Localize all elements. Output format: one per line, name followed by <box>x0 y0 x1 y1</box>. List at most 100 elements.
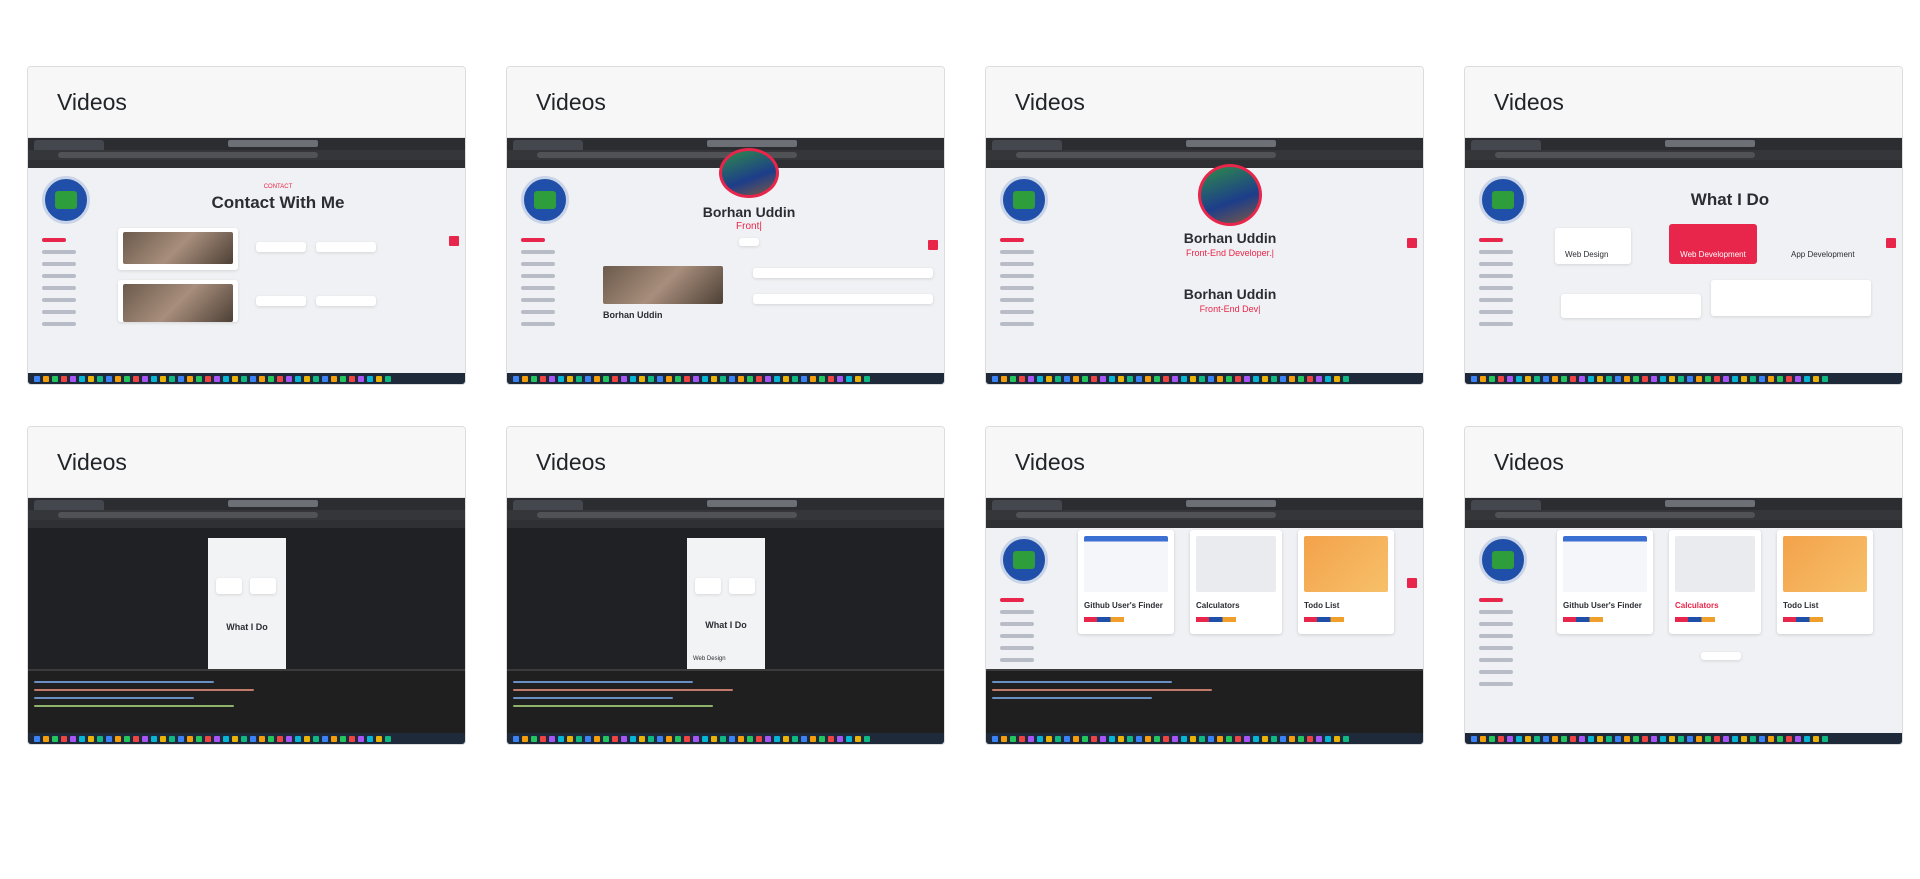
taskbar-app-icon <box>1208 736 1214 742</box>
taskbar-app-icon <box>1786 736 1792 742</box>
taskbar-app-icon <box>1543 736 1549 742</box>
devtools-panel <box>507 669 944 733</box>
taskbar-app-icon <box>1597 376 1603 382</box>
taskbar-app-icon <box>1145 376 1151 382</box>
taskbar-app-icon <box>34 376 40 382</box>
taskbar-app-icon <box>693 376 699 382</box>
taskbar-app-icon <box>1010 376 1016 382</box>
taskbar-app-icon <box>1109 376 1115 382</box>
taskbar-app-icon <box>358 736 364 742</box>
taskbar-app-icon <box>1714 376 1720 382</box>
taskbar-app-icon <box>1082 736 1088 742</box>
video-thumbnail[interactable]: Github User's Finder Calculators Todo Li… <box>986 498 1423 744</box>
video-thumbnail[interactable]: Github User's Finder Calculators Todo Li… <box>1465 498 1902 744</box>
taskbar-app-icon <box>88 376 94 382</box>
taskbar-app-icon <box>819 376 825 382</box>
taskbar-app-icon <box>52 736 58 742</box>
taskbar-app-icon <box>295 736 301 742</box>
taskbar-app-icon <box>1498 376 1504 382</box>
taskbar-app-icon <box>1271 736 1277 742</box>
taskbar-app-icon <box>1651 376 1657 382</box>
taskbar-app-icon <box>747 736 753 742</box>
taskbar-app-icon <box>1795 376 1801 382</box>
taskbar-app-icon <box>1010 736 1016 742</box>
video-card[interactable]: Videos CONTACT Contact With Me <box>27 66 466 385</box>
thumb-subheading: CONTACT <box>263 184 293 190</box>
taskbar-app-icon <box>1235 376 1241 382</box>
video-card[interactable]: Videos Borhan Uddin Front-End Developer.… <box>985 66 1424 385</box>
video-thumbnail[interactable]: CONTACT Contact With Me <box>28 138 465 384</box>
taskbar-app-icon <box>331 736 337 742</box>
taskbar-app-icon <box>1750 736 1756 742</box>
taskbar-app-icon <box>837 376 843 382</box>
taskbar-app-icon <box>1777 376 1783 382</box>
taskbar-app-icon <box>540 736 546 742</box>
taskbar-app-icon <box>1525 376 1531 382</box>
taskbar-app-icon <box>259 376 265 382</box>
taskbar-app-icon <box>1723 376 1729 382</box>
taskbar-app-icon <box>79 736 85 742</box>
taskbar-app-icon <box>585 736 591 742</box>
video-thumbnail[interactable]: What I Do Web Design Web Development App… <box>1465 138 1902 384</box>
taskbar-app-icon <box>1768 736 1774 742</box>
taskbar-app-icon <box>1471 376 1477 382</box>
video-thumbnail[interactable]: What I Do Web Design <box>507 498 944 744</box>
taskbar-app-icon <box>1534 376 1540 382</box>
card-title: Videos <box>28 67 465 138</box>
taskbar-app-icon <box>1660 376 1666 382</box>
tile-label: Web Design <box>693 656 726 662</box>
taskbar-app-icon <box>1687 736 1693 742</box>
taskbar-app-icon <box>1172 736 1178 742</box>
taskbar-app-icon <box>1055 736 1061 742</box>
taskbar-app-icon <box>124 376 130 382</box>
project-card: Calculators <box>1669 530 1761 634</box>
taskbar-app-icon <box>1316 736 1322 742</box>
taskbar-app-icon <box>34 736 40 742</box>
card-title: Videos <box>1465 427 1902 498</box>
video-card[interactable]: Videos What I Do <box>27 426 466 745</box>
video-thumbnail[interactable]: Borhan Uddin Front-End Developer.| Borha… <box>986 138 1423 384</box>
taskbar-app-icon <box>1127 736 1133 742</box>
video-thumbnail[interactable]: What I Do <box>28 498 465 744</box>
video-card[interactable]: Videos Github User's Finder Calculators <box>985 426 1424 745</box>
taskbar-app-icon <box>1615 376 1621 382</box>
taskbar-app-icon <box>1235 736 1241 742</box>
taskbar-app-icon <box>1822 736 1828 742</box>
site-logo <box>42 176 90 224</box>
video-card[interactable]: Videos What I Do Web Design <box>506 426 945 745</box>
site-logo <box>1000 536 1048 584</box>
taskbar-app-icon <box>349 736 355 742</box>
taskbar-app-icon <box>160 736 166 742</box>
thumb-heading: What I Do <box>705 620 747 630</box>
video-card[interactable]: Videos What I Do Web Design Web Developm… <box>1464 66 1903 385</box>
site-logo <box>1479 536 1527 584</box>
taskbar-app-icon <box>295 376 301 382</box>
video-thumbnail[interactable]: Borhan Uddin Front| Borhan Uddin <box>507 138 944 384</box>
taskbar-app-icon <box>367 736 373 742</box>
taskbar-app-icon <box>1507 736 1513 742</box>
taskbar-app-icon <box>241 736 247 742</box>
taskbar-app-icon <box>1606 376 1612 382</box>
taskbar-app-icon <box>196 736 202 742</box>
taskbar-app-icon <box>594 376 600 382</box>
video-card[interactable]: Videos Github User's Finder Calculators <box>1464 426 1903 745</box>
taskbar-app-icon <box>277 376 283 382</box>
taskbar-app-icon <box>70 376 76 382</box>
taskbar-app-icon <box>196 376 202 382</box>
taskbar-app-icon <box>747 376 753 382</box>
taskbar-app-icon <box>1055 376 1061 382</box>
taskbar-app-icon <box>738 736 744 742</box>
taskbar-app-icon <box>765 376 771 382</box>
taskbar-app-icon <box>1244 376 1250 382</box>
video-grid: Videos CONTACT Contact With Me Videos Bo… <box>27 66 1903 745</box>
taskbar-app-icon <box>567 376 573 382</box>
taskbar-app-icon <box>1633 736 1639 742</box>
taskbar-app-icon <box>1244 736 1250 742</box>
taskbar <box>507 733 944 744</box>
taskbar-app-icon <box>304 376 310 382</box>
video-card[interactable]: Videos Borhan Uddin Front| Borhan Uddin <box>506 66 945 385</box>
taskbar-app-icon <box>630 736 636 742</box>
taskbar-app-icon <box>349 376 355 382</box>
card-title: Videos <box>507 427 944 498</box>
taskbar-app-icon <box>1588 736 1594 742</box>
